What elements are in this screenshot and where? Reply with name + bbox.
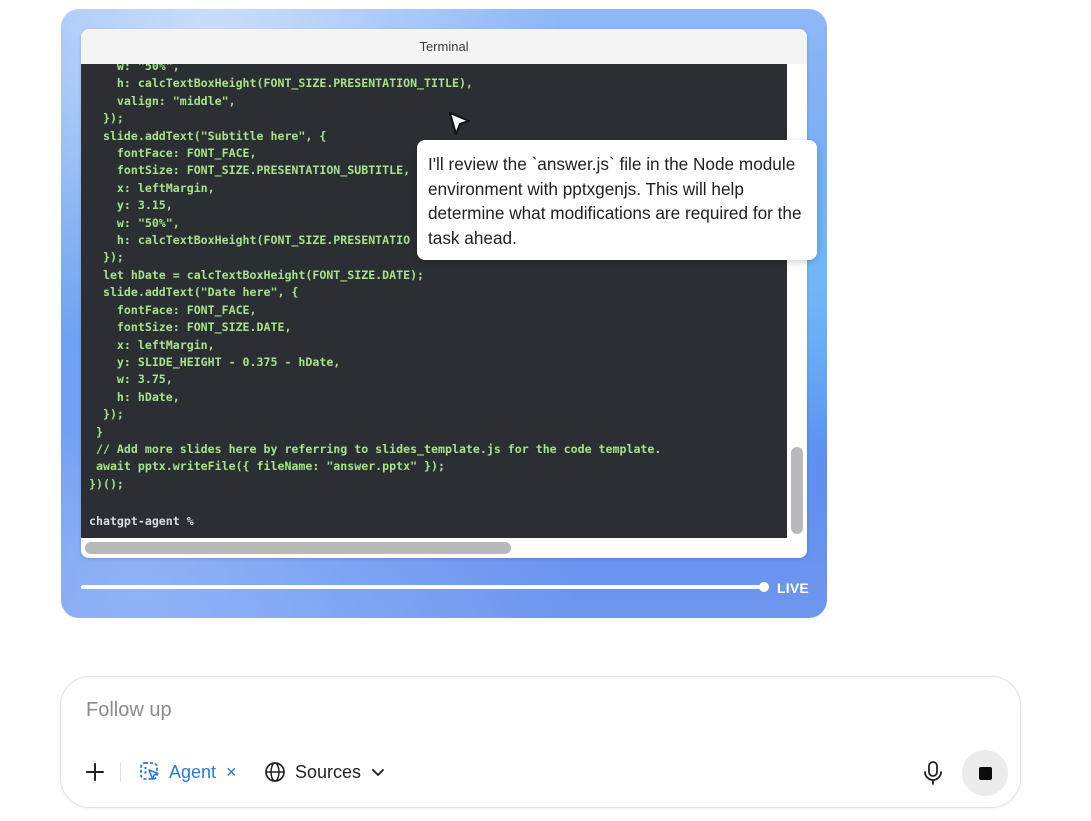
vertical-scrollbar-thumb[interactable]: [791, 447, 803, 534]
sources-label: Sources: [295, 761, 362, 782]
terminal-prompt: chatgpt-agent %: [89, 514, 194, 528]
sources-button[interactable]: Sources: [264, 757, 386, 787]
stop-button[interactable]: [962, 750, 1008, 796]
agent-narration-bubble: I'll review the `answer.js` file in the …: [417, 140, 817, 260]
terminal-title: Terminal: [81, 29, 807, 64]
pointer-cursor-icon: [449, 112, 470, 135]
stop-icon: [978, 766, 992, 780]
microphone-icon[interactable]: [921, 760, 945, 786]
follow-up-input[interactable]: [86, 699, 886, 722]
playback-progress-fill: [81, 585, 765, 589]
toolbar-divider: [120, 762, 121, 782]
agent-label: Agent: [169, 761, 217, 782]
playback-progress-bar[interactable]: [81, 585, 765, 589]
live-indicator[interactable]: LIVE: [777, 580, 809, 596]
agent-icon: [140, 762, 159, 780]
playback-progress-knob[interactable]: [759, 582, 769, 592]
terminal-output[interactable]: w: "50%", h: calcTextBoxHeight(FONT_SIZE…: [81, 64, 787, 538]
plus-icon[interactable]: [83, 760, 107, 784]
terminal-code: w: "50%", h: calcTextBoxHeight(FONT_SIZE…: [89, 64, 662, 491]
agent-screen-viewer: Terminal w: "50%", h: calcTextBoxHeight(…: [61, 9, 827, 618]
globe-icon: [265, 762, 285, 782]
horizontal-scrollbar-thumb[interactable]: [85, 542, 511, 554]
follow-up-composer: Agent × Sources: [60, 676, 1021, 808]
agent-mode-button[interactable]: Agent ×: [139, 757, 237, 787]
close-icon[interactable]: ×: [226, 762, 237, 783]
chevron-down-icon: [372, 769, 384, 776]
terminal-window: Terminal w: "50%", h: calcTextBoxHeight(…: [81, 29, 807, 558]
